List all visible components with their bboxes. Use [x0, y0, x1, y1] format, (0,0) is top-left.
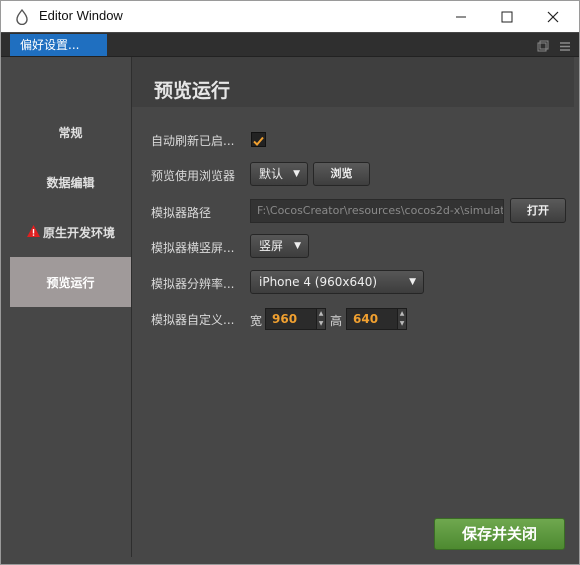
browse-button[interactable]: 浏览	[313, 162, 370, 186]
open-button[interactable]: 打开	[510, 198, 566, 223]
menu-icon[interactable]	[559, 37, 571, 56]
sidebar-item-general[interactable]: 常规	[10, 107, 131, 157]
checkmark-icon	[253, 136, 264, 146]
page-title: 预览运行	[154, 80, 231, 102]
sidebar-item-label: 常规	[58, 125, 83, 140]
orientation-select[interactable]: 竖屏 ▼	[250, 234, 309, 258]
popout-icon[interactable]	[537, 37, 549, 56]
tab-preferences[interactable]: 偏好设置...	[10, 34, 107, 56]
settings-main: 预览运行 自动刷新已启... 预览使用浏览器 默认 ▼ 浏览 模拟器路径 F:\…	[132, 57, 574, 557]
chevron-down-icon: ▼	[293, 169, 300, 179]
width-label: 宽	[250, 314, 263, 328]
height-label: 高	[330, 314, 343, 328]
warning-icon	[26, 224, 41, 241]
preferences-panel: 常规 数据编辑 原生开发环境 预览运行 预览运行 自动刷新已启... 预览使用浏…	[10, 57, 574, 557]
title-bar: Editor Window	[1, 1, 579, 32]
resolution-select[interactable]: iPhone 4 (960x640) ▼	[250, 270, 424, 294]
close-button[interactable]	[530, 1, 576, 32]
width-input[interactable]: 960	[265, 308, 317, 330]
maximize-button[interactable]	[484, 1, 530, 32]
sidebar: 常规 数据编辑 原生开发环境 预览运行	[10, 57, 132, 557]
sidebar-item-label: 原生开发环境	[42, 225, 115, 240]
maximize-icon	[501, 11, 513, 22]
tab-bar: 偏好设置...	[1, 33, 579, 57]
chevron-down-icon: ▼	[409, 277, 416, 287]
custom-size-label: 模拟器自定义...	[151, 313, 235, 327]
browser-select-value: 默认	[259, 167, 284, 181]
sidebar-item-label: 数据编辑	[46, 175, 95, 190]
orientation-label: 模拟器横竖屏...	[151, 241, 235, 255]
sidebar-item-preview[interactable]: 预览运行	[10, 257, 131, 307]
simulator-path-label: 模拟器路径	[151, 206, 212, 220]
auto-refresh-checkbox[interactable]	[251, 132, 266, 147]
minimize-button[interactable]	[438, 1, 484, 32]
save-and-close-button[interactable]: 保存并关闭	[434, 518, 565, 550]
editor-window: Editor Window 偏好设置... 常规 数据编辑 原生开发环境 预览运…	[0, 0, 580, 565]
sidebar-item-native-env[interactable]: 原生开发环境	[10, 207, 131, 257]
resolution-label: 模拟器分辨率...	[151, 277, 235, 291]
browser-select[interactable]: 默认 ▼	[250, 162, 308, 186]
auto-refresh-label: 自动刷新已启...	[151, 134, 235, 148]
orientation-select-value: 竖屏	[259, 239, 284, 253]
close-icon	[547, 11, 559, 22]
section-heading: 预览运行	[132, 57, 574, 107]
minimize-icon	[456, 16, 466, 17]
height-stepper[interactable]: ▲ ▼	[397, 308, 407, 330]
sidebar-item-data-editing[interactable]: 数据编辑	[10, 157, 131, 207]
browser-label: 预览使用浏览器	[151, 169, 236, 183]
height-input[interactable]: 640	[346, 308, 398, 330]
app-icon	[15, 8, 29, 26]
simulator-path-field[interactable]: F:\CocosCreator\resources\cocos2d-x\simu…	[250, 199, 504, 223]
window-title: Editor Window	[39, 8, 123, 23]
width-stepper[interactable]: ▲ ▼	[316, 308, 326, 330]
sidebar-item-label: 预览运行	[46, 275, 95, 290]
chevron-down-icon: ▼	[294, 241, 301, 251]
resolution-select-value: iPhone 4 (960x640)	[259, 275, 378, 289]
